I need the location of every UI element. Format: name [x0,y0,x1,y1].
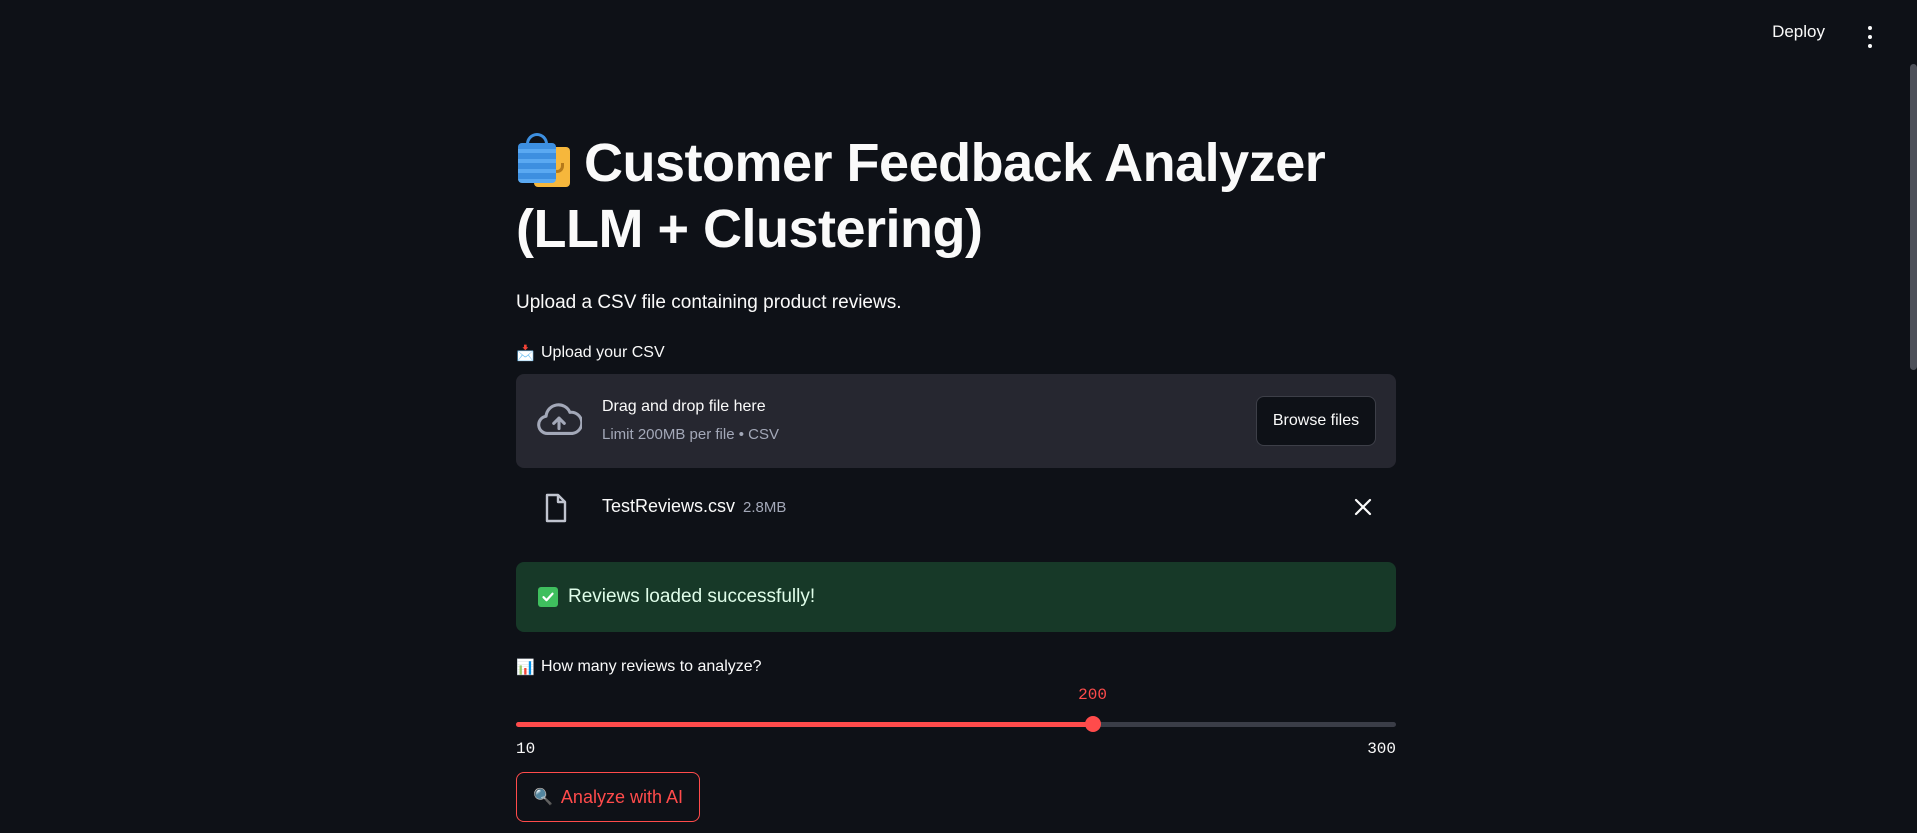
slider-label: 📊 How many reviews to analyze? [516,658,1396,676]
shopping-bags-icon [516,133,572,187]
inbox-tray-icon: 📩 [516,345,535,362]
check-mark-icon [538,587,558,607]
browse-files-button[interactable]: Browse files [1256,396,1376,446]
analyze-with-ai-button[interactable]: 🔍 Analyze with AI [516,772,700,822]
page-title: Customer Feedback Analyzer (LLM + Cluste… [516,130,1396,262]
dropzone-limit: Limit 200MB per file • CSV [602,426,779,443]
slider-max-label: 300 [1367,740,1396,758]
success-alert-text: Reviews loaded successfully! [568,586,816,607]
cloud-upload-icon [537,403,582,435]
slider-label-text: How many reviews to analyze? [541,658,762,675]
main-content: Customer Feedback Analyzer (LLM + Cluste… [516,130,1396,822]
uploaded-file-info: TestReviews.csv 2.8MB [602,496,786,517]
slider-value: 200 [1078,686,1107,704]
uploaded-file-size: 2.8MB [743,499,787,516]
file-dropzone[interactable]: Drag and drop file here Limit 200MB per … [516,374,1396,468]
slider-fill [516,722,1093,727]
uploaded-file-name: TestReviews.csv [602,496,736,516]
top-bar: Deploy [0,0,1917,72]
deploy-button[interactable]: Deploy [1772,22,1825,42]
dropzone-title: Drag and drop file here [602,398,766,415]
review-count-slider[interactable]: 200 10 300 [516,676,1396,760]
magnifier-icon: 🔍 [533,789,553,806]
analyze-button-label: Analyze with AI [560,786,683,807]
uploaded-file-row: TestReviews.csv 2.8MB [516,468,1396,546]
page-subtitle: Upload a CSV file containing product rev… [516,292,902,313]
success-alert: Reviews loaded successfully! [516,562,1396,632]
scrollbar[interactable] [1910,64,1917,370]
page-title-text: Customer Feedback Analyzer (LLM + Cluste… [516,133,1326,259]
kebab-menu-icon[interactable] [1865,26,1875,48]
file-icon [545,493,567,523]
bar-chart-icon: 📊 [516,659,535,676]
uploader-label-text: Upload your CSV [541,344,665,361]
remove-file-icon[interactable] [1352,496,1374,518]
slider-thumb[interactable] [1084,716,1101,732]
uploader-label: 📩 Upload your CSV [516,344,1396,362]
slider-min-label: 10 [516,740,536,758]
